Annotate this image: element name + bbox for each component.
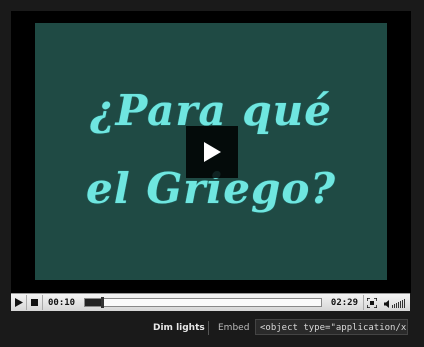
volume-level-bar bbox=[400, 300, 401, 308]
stop-icon bbox=[31, 299, 38, 306]
seek-handle[interactable] bbox=[100, 297, 104, 308]
divider bbox=[208, 321, 209, 335]
elapsed-time: 00:10 bbox=[48, 297, 76, 308]
control-bar: 00:10 02:29 bbox=[11, 293, 410, 311]
player-footer: Dim lights Embed <object type="applicati… bbox=[0, 317, 424, 347]
fullscreen-button[interactable] bbox=[363, 295, 379, 310]
play-button[interactable] bbox=[11, 295, 27, 310]
fullscreen-icon bbox=[366, 297, 377, 308]
volume-level-bar bbox=[398, 301, 399, 308]
seek-bar-progress bbox=[85, 299, 102, 306]
play-icon bbox=[14, 298, 23, 307]
volume-level-bar bbox=[394, 303, 395, 308]
video-player: ¿Para qué el Griego? bbox=[11, 11, 411, 293]
volume-level-bar bbox=[396, 302, 397, 308]
play-icon bbox=[204, 142, 221, 162]
volume-level-bar bbox=[392, 304, 393, 308]
stop-button[interactable] bbox=[27, 295, 43, 310]
embed-label: Embed bbox=[218, 323, 250, 333]
volume-control[interactable] bbox=[379, 298, 410, 308]
embed-code-field[interactable]: <object type="application/x-shoc bbox=[255, 319, 408, 335]
duration-time: 02:29 bbox=[330, 297, 358, 308]
volume-level-bar bbox=[402, 299, 403, 308]
volume-level-bar bbox=[404, 298, 405, 308]
seek-bar[interactable] bbox=[84, 297, 322, 308]
dim-lights-button[interactable]: Dim lights bbox=[153, 323, 205, 333]
big-play-button[interactable] bbox=[186, 126, 238, 178]
speaker-icon bbox=[384, 299, 389, 308]
